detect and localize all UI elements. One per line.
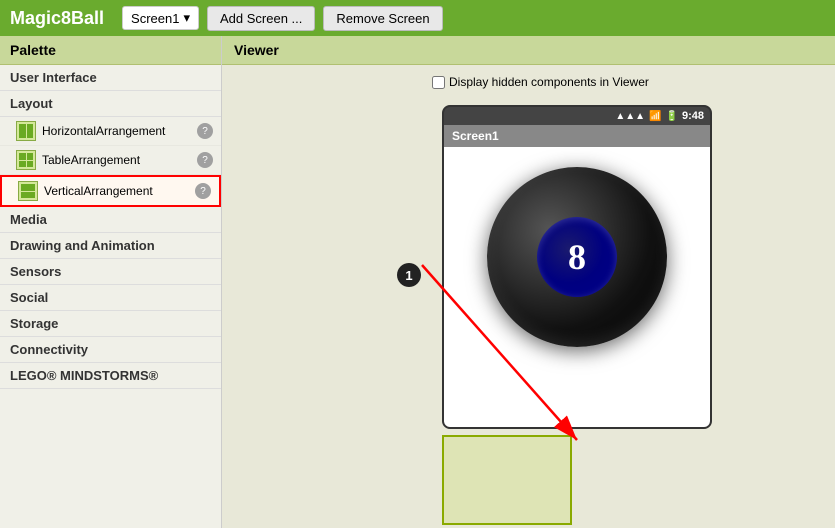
sidebar-item-connectivity[interactable]: Connectivity (0, 337, 221, 363)
sidebar-item-lego[interactable]: LEGO® MINDSTORMS® (0, 363, 221, 389)
screen-dropdown-label: Screen1 (131, 11, 179, 26)
add-screen-button[interactable]: Add Screen ... (207, 6, 315, 31)
table-help-icon[interactable]: ? (197, 152, 213, 168)
phone-status-bar: ▲▲▲ 📶 🔋 9:48 (444, 107, 710, 125)
sidebar-item-horizontal-arrangement[interactable]: HorizontalArrangement ? (0, 117, 221, 146)
viewer-area: Display hidden components in Viewer ▲▲▲ … (222, 65, 835, 525)
phone-time: 9:48 (682, 110, 704, 122)
vertical-arrangement-icon (18, 181, 38, 201)
sidebar-item-layout[interactable]: Layout (0, 91, 221, 117)
display-hidden-label: Display hidden components in Viewer (449, 75, 649, 89)
horizontal-arrangement-label: HorizontalArrangement (42, 124, 197, 138)
signal-icon: 📶 (649, 111, 661, 122)
sidebar-item-layout-label: Layout (10, 96, 53, 111)
magic8ball-number: 8 (568, 236, 586, 278)
magic8ball-image: 8 (487, 167, 667, 347)
phone-mockup: ▲▲▲ 📶 🔋 9:48 Screen1 8 (442, 105, 712, 429)
horizontal-arrangement-icon (16, 121, 36, 141)
battery-icon: 🔋 (666, 111, 678, 122)
step-badge: 1 (397, 263, 421, 287)
sidebar-item-drawing-label: Drawing and Animation (10, 238, 155, 253)
vertical-arrangement-drop-zone[interactable] (442, 435, 572, 525)
screen-dropdown[interactable]: Screen1 ▾ (122, 6, 199, 30)
sidebar-item-drawing[interactable]: Drawing and Animation (0, 233, 221, 259)
sidebar-item-sensors[interactable]: Sensors (0, 259, 221, 285)
display-hidden-row: Display hidden components in Viewer (432, 75, 825, 89)
sidebar-item-media-label: Media (10, 212, 47, 227)
vertical-help-icon[interactable]: ? (195, 183, 211, 199)
sidebar-item-social[interactable]: Social (0, 285, 221, 311)
phone-screen: 8 (444, 147, 710, 427)
sidebar-item-lego-label: LEGO® MINDSTORMS® (10, 368, 158, 383)
table-arrangement-icon (16, 150, 36, 170)
sidebar-item-user-interface-label: User Interface (10, 70, 97, 85)
sidebar-item-storage-label: Storage (10, 316, 58, 331)
sidebar-item-storage[interactable]: Storage (0, 311, 221, 337)
sidebar-item-sensors-label: Sensors (10, 264, 61, 279)
sidebar-item-social-label: Social (10, 290, 48, 305)
sidebar-item-table-arrangement[interactable]: TableArrangement ? (0, 146, 221, 175)
app-title: Magic8Ball (10, 8, 104, 29)
sidebar-item-vertical-arrangement[interactable]: VerticalArrangement ? (0, 175, 221, 207)
dropdown-arrow-icon: ▾ (183, 10, 190, 26)
vertical-arrangement-label: VerticalArrangement (44, 184, 195, 198)
horizontal-help-icon[interactable]: ? (197, 123, 213, 139)
table-arrangement-label: TableArrangement (42, 153, 197, 167)
wifi-icon: ▲▲▲ (615, 111, 645, 122)
viewer-header: Viewer (222, 36, 835, 65)
sidebar-item-media[interactable]: Media (0, 207, 221, 233)
display-hidden-checkbox[interactable] (432, 76, 445, 89)
sidebar: Palette User Interface Layout Horizontal… (0, 36, 222, 528)
remove-screen-button[interactable]: Remove Screen (323, 6, 442, 31)
magic8ball-inner: 8 (537, 217, 617, 297)
phone-title-bar: Screen1 (444, 125, 710, 147)
phone-screen-title: Screen1 (452, 129, 499, 143)
app-header: Magic8Ball Screen1 ▾ Add Screen ... Remo… (0, 0, 835, 36)
content-area: Viewer Display hidden components in View… (222, 36, 835, 528)
sidebar-item-connectivity-label: Connectivity (10, 342, 88, 357)
palette-header: Palette (0, 36, 221, 65)
main-layout: Palette User Interface Layout Horizontal… (0, 36, 835, 528)
sidebar-item-user-interface[interactable]: User Interface (0, 65, 221, 91)
